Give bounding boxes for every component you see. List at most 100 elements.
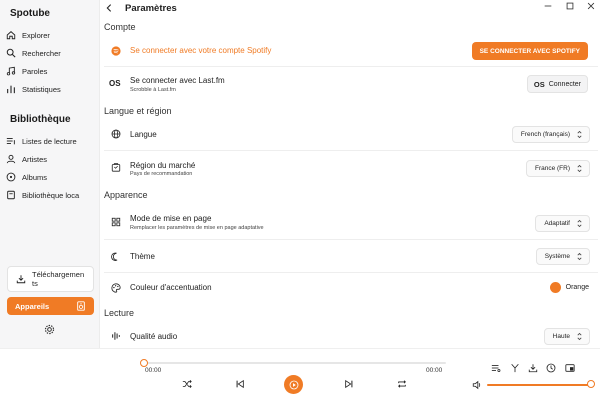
- skip-next-icon[interactable]: [344, 379, 354, 389]
- audio-quality-select[interactable]: Haute: [543, 328, 590, 345]
- accent-color-value: Orange: [565, 284, 589, 291]
- sidebar-item-artists[interactable]: Artistes: [6, 151, 96, 167]
- clock-icon[interactable]: [546, 363, 556, 373]
- grid-icon: [111, 217, 121, 227]
- downloads-label: Téléchargemen ts: [32, 270, 85, 288]
- market-value: France (FR): [534, 165, 570, 172]
- downloads-button[interactable]: Téléchargemen ts: [7, 266, 94, 292]
- layout-mode-label: Mode de mise en page: [130, 214, 212, 223]
- time-total: 00:00: [426, 367, 443, 374]
- lastfm-connect-button[interactable]: OS Connecter: [526, 75, 588, 93]
- accent-color-swatch: [549, 282, 561, 293]
- speaker-icon: [77, 301, 85, 311]
- play-button[interactable]: [284, 375, 303, 394]
- accent-color-label: Couleur d'accentuation: [130, 283, 212, 292]
- music-note-icon: [6, 66, 16, 76]
- download-icon[interactable]: [528, 363, 538, 373]
- theme-select[interactable]: Système: [535, 248, 590, 265]
- sidebar-item-playlists[interactable]: Listes de lecture: [6, 133, 96, 149]
- market-label: Région du marché: [130, 161, 196, 170]
- accent-color-picker[interactable]: Orange: [549, 282, 589, 293]
- chevron-updown-icon: [577, 130, 582, 139]
- accent-color-row: Couleur d'accentuation Orange: [104, 274, 598, 302]
- language-select[interactable]: French (français): [511, 126, 590, 143]
- title-bar: Paramètres: [100, 0, 600, 18]
- disc-icon: [6, 172, 16, 182]
- back-arrow-icon[interactable]: [104, 3, 114, 13]
- layout-mode-select[interactable]: Adaptatif: [535, 215, 590, 232]
- divider: [104, 239, 598, 240]
- page-title: Paramètres: [125, 3, 177, 14]
- language-label: Langue: [130, 130, 157, 139]
- globe-icon: [111, 129, 121, 139]
- market-select[interactable]: France (FR): [525, 160, 590, 177]
- mini-player-icon[interactable]: [565, 363, 575, 373]
- folder-icon: [7, 190, 15, 200]
- minimize-icon[interactable]: [543, 1, 553, 11]
- library-title: Bibliothèque: [10, 114, 71, 125]
- lastfm-icon: OS: [109, 79, 121, 88]
- chevron-updown-icon: [577, 332, 582, 341]
- theme-value: Système: [544, 253, 570, 260]
- gear-icon[interactable]: [44, 324, 55, 335]
- list-icon: [6, 138, 15, 145]
- skip-previous-icon[interactable]: [235, 379, 245, 389]
- sidebar-item-label: Rechercher: [22, 48, 61, 58]
- sidebar-item-label: Paroles: [22, 66, 48, 76]
- devices-label: Appareils: [15, 301, 50, 311]
- moon-icon: [111, 252, 118, 261]
- seek-handle[interactable]: [140, 359, 148, 367]
- market-subtitle: Pays de recommandation: [130, 171, 193, 177]
- download-icon: [16, 275, 26, 284]
- sidebar-item-albums[interactable]: Albums: [6, 169, 96, 185]
- app-title: Spotube: [10, 8, 50, 19]
- search-icon: [6, 48, 16, 58]
- lastfm-subtitle: Scrobble à Last.fm: [130, 87, 176, 93]
- seek-bar[interactable]: [144, 362, 446, 364]
- language-row: Langue French (français): [104, 120, 598, 148]
- market-row: Région du marché Pays de recommandation …: [104, 154, 598, 182]
- sidebar-item-explorer[interactable]: Explorer: [6, 27, 96, 43]
- layout-mode-subtitle: Remplacer les paramètres de mise en page…: [130, 225, 264, 231]
- lastfm-logo: OS: [533, 79, 545, 89]
- sidebar-item-label: Listes de lecture: [22, 136, 77, 146]
- maximize-icon[interactable]: [565, 1, 575, 11]
- section-language-title: Langue et région: [104, 106, 172, 116]
- divider: [104, 66, 598, 67]
- lastfm-row: OS Se connecter avec Last.fm Scrobble à …: [104, 69, 598, 97]
- spotify-login-button[interactable]: SE CONNECTER AVEC SPOTIFY: [471, 42, 588, 60]
- layout-mode-value: Adaptatif: [544, 220, 570, 227]
- volume-slider[interactable]: [487, 384, 591, 386]
- chevron-updown-icon: [577, 252, 582, 261]
- section-account-title: Compte: [104, 22, 136, 32]
- volume-handle[interactable]: [587, 380, 595, 388]
- repeat-icon[interactable]: [397, 379, 407, 389]
- spotify-icon: [111, 46, 121, 56]
- volume-icon[interactable]: [472, 380, 482, 390]
- home-icon: [6, 31, 16, 40]
- mic-lyrics-icon[interactable]: [510, 363, 520, 373]
- close-icon[interactable]: [586, 1, 596, 11]
- sidebar-item-paroles[interactable]: Paroles: [6, 63, 96, 79]
- shuffle-icon[interactable]: [182, 379, 192, 389]
- language-value: French (français): [520, 131, 570, 138]
- sidebar-item-rechercher[interactable]: Rechercher: [6, 45, 96, 61]
- queue-icon[interactable]: [491, 363, 501, 373]
- chevron-updown-icon: [577, 219, 582, 228]
- devices-button[interactable]: Appareils: [7, 297, 94, 315]
- spotify-login-row: Se connecter avec votre compte Spotify S…: [104, 37, 598, 65]
- section-appearance-title: Apparence: [104, 190, 148, 200]
- time-current: 00:00: [145, 367, 162, 374]
- user-icon: [6, 154, 16, 164]
- lastfm-title: Se connecter avec Last.fm: [130, 76, 225, 85]
- theme-row: Thème Système: [104, 243, 598, 271]
- chart-icon: [7, 85, 15, 94]
- sidebar-item-label: Artistes: [22, 154, 48, 164]
- lastfm-connect-label: Connecter: [548, 80, 581, 88]
- sidebar-item-local-library[interactable]: Bibliothèque loca: [6, 187, 96, 203]
- section-playback-title: Lecture: [104, 308, 135, 318]
- play-icon: [289, 380, 298, 389]
- sidebar-item-statistiques[interactable]: Statistiques: [6, 81, 96, 97]
- spotify-login-text: Se connecter avec votre compte Spotify: [130, 46, 272, 55]
- audio-quality-row: Qualité audio Haute: [104, 323, 598, 347]
